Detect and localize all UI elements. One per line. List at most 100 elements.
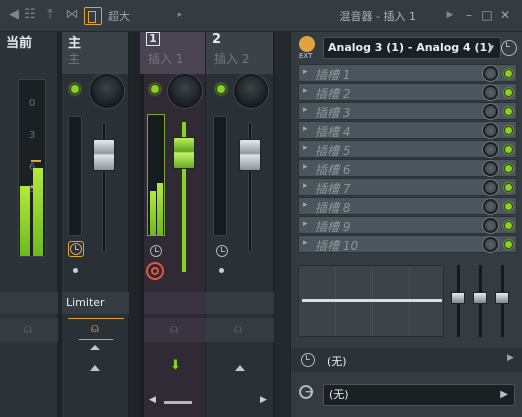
slot-label: 插槽 5 [315, 144, 351, 158]
preset-value: Analog 3 (1) - Analog 4 (1) [328, 41, 493, 54]
chevron-right-icon: ▸ [303, 105, 308, 115]
pan-knob[interactable] [168, 74, 202, 108]
chevron-right-icon: ▸ [303, 162, 308, 172]
effect-slot[interactable]: ▸ 插槽 7 [298, 178, 517, 196]
chevron-right-icon: ▸ [303, 67, 308, 77]
effect-slot[interactable]: ▸ 插槽 8 [298, 197, 517, 215]
scroll-thumb[interactable] [164, 401, 192, 404]
output-icon[interactable]: ➜ [299, 384, 317, 402]
send-dot[interactable] [73, 268, 78, 273]
chevron-up-icon[interactable] [90, 365, 100, 371]
enable-led[interactable] [70, 84, 80, 94]
send-dot[interactable] [219, 268, 224, 273]
arrow-right-icon[interactable]: ▶ [442, 7, 458, 23]
effect-slot[interactable]: ▸ 插槽 5 [298, 140, 517, 158]
track-subname: 插入 1 [148, 52, 184, 66]
ext-button[interactable]: EXT [297, 36, 319, 60]
maximize-button[interactable]: □ [480, 9, 494, 23]
window-title: 混音器 - 插入 1 [339, 10, 416, 23]
chevron-right-icon: ▸ [303, 143, 308, 153]
slot-label: 插槽 3 [315, 106, 351, 120]
slot-mix-knob[interactable] [483, 66, 498, 81]
slot-mix-knob[interactable] [483, 142, 498, 157]
slot-label: 插槽 2 [315, 87, 351, 101]
route-icon: ⍝ [91, 321, 99, 336]
track-output-value: (无) [329, 388, 349, 401]
slot-mix-knob[interactable] [483, 199, 498, 214]
slot-enable-led[interactable] [504, 145, 513, 154]
minimize-button[interactable]: – [462, 9, 476, 23]
enable-led[interactable] [150, 84, 160, 94]
eq-graph[interactable] [298, 265, 444, 337]
slot-enable-led[interactable] [504, 69, 513, 78]
track-header: 2 插入 2 [206, 32, 273, 74]
slot-enable-led[interactable] [504, 183, 513, 192]
track-insert-1[interactable]: 1 插入 1 ⍝ ⬇ ◀ [140, 32, 206, 417]
scroll-left-icon[interactable]: ◀ [149, 395, 156, 405]
track-source-row[interactable]: (无) ▶ [291, 348, 522, 372]
slot-mix-knob[interactable] [483, 180, 498, 195]
chevron-right-icon: ▸ [303, 124, 308, 134]
effect-slot[interactable]: ▸ 插槽 9 [298, 216, 517, 234]
clock-icon[interactable] [216, 245, 228, 257]
chevron-right-icon: ▸ [303, 86, 308, 96]
chevron-up-icon[interactable] [235, 365, 245, 371]
eq-band-fader-high[interactable] [495, 292, 509, 304]
scroll-right-icon[interactable]: ▶ [260, 395, 267, 405]
clock-icon[interactable] [150, 245, 162, 257]
clock-icon[interactable] [501, 40, 517, 56]
volume-fader[interactable] [173, 137, 195, 169]
pan-knob[interactable] [90, 74, 124, 108]
close-button[interactable]: ✕ [498, 9, 512, 23]
volume-fader[interactable] [93, 139, 115, 171]
slot-mix-knob[interactable] [483, 218, 498, 233]
eq-band-fader-mid[interactable] [473, 292, 487, 304]
chevron-right-icon: ▶ [500, 389, 508, 400]
effect-slot[interactable]: ▸ 插槽 3 [298, 102, 517, 120]
track-subname: 插入 2 [214, 52, 250, 66]
mixer-scrollbar[interactable] [275, 32, 290, 417]
route-to-master-button[interactable]: ⍝ [68, 318, 124, 340]
slot-label: 插槽 8 [315, 201, 351, 215]
slot-enable-led[interactable] [504, 88, 513, 97]
track-header: 1 插入 1 [140, 32, 205, 74]
route-icon[interactable]: ⍝ [234, 322, 242, 337]
slot-enable-led[interactable] [504, 126, 513, 135]
slot-mix-knob[interactable] [483, 161, 498, 176]
slot-mix-knob[interactable] [483, 104, 498, 119]
route-icon[interactable]: ⍝ [170, 322, 178, 337]
record-arm-button[interactable] [146, 262, 164, 280]
slot-enable-led[interactable] [504, 240, 513, 249]
effect-slot[interactable]: ▸ 插槽 2 [298, 83, 517, 101]
slot-label: 插槽 6 [315, 163, 351, 177]
route-icon[interactable]: ⍝ [24, 322, 32, 337]
fx-strip [144, 292, 206, 314]
track-current[interactable]: 当前 0 3 6 9 ⍝ [0, 32, 58, 417]
slot-mix-knob[interactable] [483, 237, 498, 252]
enable-led[interactable] [216, 84, 226, 94]
track-master[interactable]: 主 主 Limiter ⍝ [62, 32, 129, 417]
slot-enable-led[interactable] [504, 221, 513, 230]
slot-mix-knob[interactable] [483, 85, 498, 100]
slot-enable-led[interactable] [504, 202, 513, 211]
pan-knob[interactable] [234, 74, 268, 108]
effect-label[interactable]: Limiter [66, 296, 105, 309]
slot-mix-knob[interactable] [483, 123, 498, 138]
automation-button[interactable] [68, 241, 84, 257]
eq-band-fader-low[interactable] [451, 292, 465, 304]
effect-slot[interactable]: ▸ 插槽 1 [298, 64, 517, 82]
arrow-down-icon[interactable]: ⬇ [170, 358, 181, 373]
effect-slot[interactable]: ▸ 插槽 6 [298, 159, 517, 177]
track-output-select[interactable]: (无) ▶ [323, 384, 515, 406]
preset-select[interactable]: Analog 3 (1) - Analog 4 (1) ▾ [323, 37, 501, 59]
track-number: 1 [146, 32, 160, 46]
slot-enable-led[interactable] [504, 164, 513, 173]
slot-enable-led[interactable] [504, 107, 513, 116]
effect-slot[interactable]: ▸ 插槽 10 [298, 235, 517, 253]
track-insert-2[interactable]: 2 插入 2 ⍝ ▶ [206, 32, 274, 417]
record-icon [151, 267, 159, 275]
meter-fill-left [20, 186, 30, 256]
effect-slot[interactable]: ▸ 插槽 4 [298, 121, 517, 139]
meter-fill-right [157, 183, 163, 235]
volume-fader[interactable] [239, 139, 261, 171]
